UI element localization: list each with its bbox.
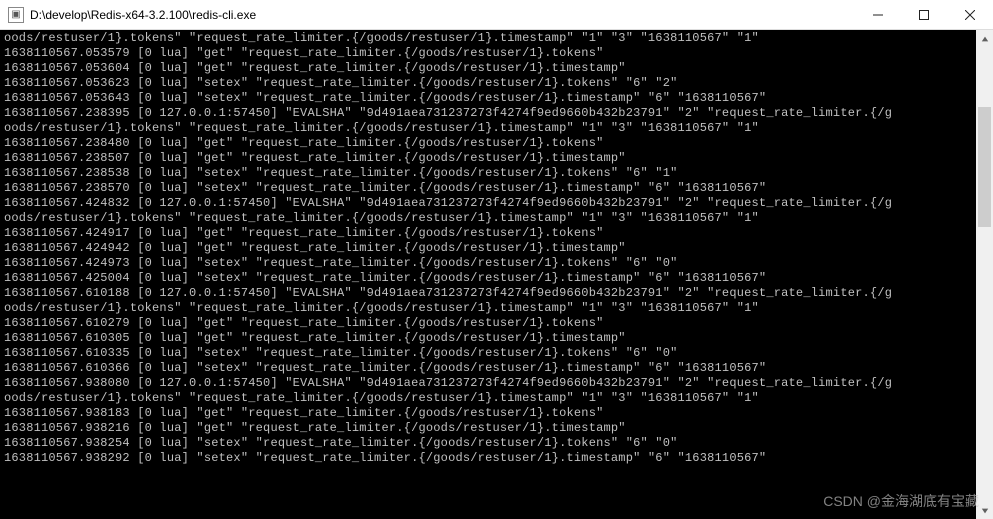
window-controls: [855, 0, 993, 29]
watermark-text: CSDN @金海湖底有宝藏: [823, 491, 979, 511]
scrollbar-thumb[interactable]: [978, 107, 991, 227]
scroll-up-arrow-icon[interactable]: [976, 30, 993, 47]
close-button[interactable]: [947, 0, 993, 29]
window-title: D:\develop\Redis-x64-3.2.100\redis-cli.e…: [30, 8, 855, 22]
terminal-output[interactable]: oods/restuser/1}.tokens" "request_rate_l…: [0, 30, 993, 519]
app-icon: ▣: [8, 7, 24, 23]
vertical-scrollbar[interactable]: [976, 30, 993, 519]
window-titlebar: ▣ D:\develop\Redis-x64-3.2.100\redis-cli…: [0, 0, 993, 30]
maximize-button[interactable]: [901, 0, 947, 29]
minimize-button[interactable]: [855, 0, 901, 29]
